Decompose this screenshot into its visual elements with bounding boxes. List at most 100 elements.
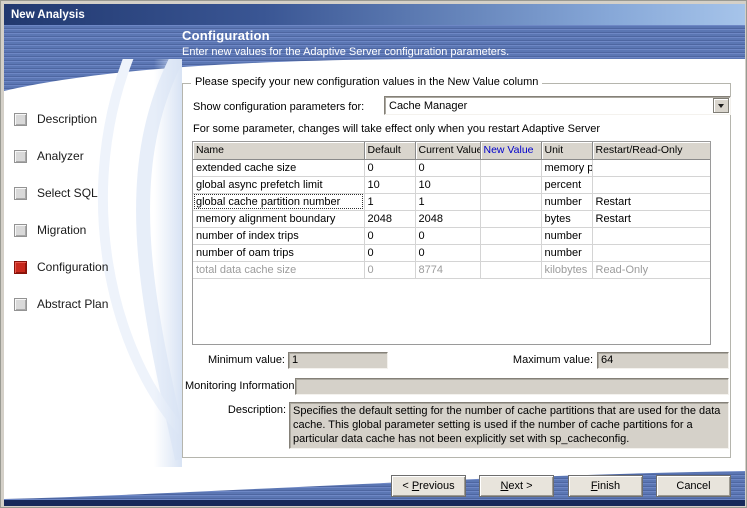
sidebar-item-label: Description (37, 112, 97, 126)
chevron-down-icon[interactable] (713, 98, 729, 113)
table-row: number of index trips 0 0 number (193, 227, 710, 244)
cell-default[interactable]: 0 (364, 244, 415, 261)
description-label: Description: (185, 404, 286, 416)
cell-new-value[interactable] (480, 244, 541, 261)
cell-default[interactable]: 0 (364, 227, 415, 244)
cell-default[interactable]: 10 (364, 176, 415, 193)
cell-name[interactable]: global cache partition number (193, 193, 364, 210)
cell-new-value[interactable] (480, 210, 541, 227)
column-header-current[interactable]: Current Value (415, 142, 480, 159)
cell-name[interactable]: extended cache size (193, 159, 364, 176)
sidebar-item-description: Description (14, 111, 97, 127)
table-row: memory alignment boundary 2048 2048 byte… (193, 210, 710, 227)
page-title: Configuration (182, 28, 509, 43)
cell-default[interactable]: 2048 (364, 210, 415, 227)
cell-restart (592, 244, 710, 261)
cell-unit: bytes (541, 210, 592, 227)
cell-restart (592, 176, 710, 193)
finish-button[interactable]: Finish (568, 475, 643, 497)
sidebar-item-abstract-plan: Abstract Plan (14, 296, 108, 312)
cell-new-value[interactable] (480, 193, 541, 210)
description-field: Specifies the default setting for the nu… (289, 402, 729, 449)
cell-name[interactable]: number of oam trips (193, 244, 364, 261)
cell-name: total data cache size (193, 261, 364, 278)
footer-navy-strip (4, 500, 745, 506)
cell-current[interactable]: 2048 (415, 210, 480, 227)
step-square-icon (14, 113, 27, 126)
sidebar-item-label: Abstract Plan (37, 297, 108, 311)
next-button[interactable]: Next > (479, 475, 554, 497)
cell-name[interactable]: number of index trips (193, 227, 364, 244)
sidebar-item-label: Migration (37, 223, 86, 237)
cell-name[interactable]: memory alignment boundary (193, 210, 364, 227)
cell-default: 0 (364, 261, 415, 278)
cancel-button[interactable]: Cancel (656, 475, 731, 497)
previous-button[interactable]: < Previous (391, 475, 466, 497)
step-square-icon (14, 150, 27, 163)
parameters-table: Name Default Current Value New Value Uni… (192, 141, 711, 345)
table-row: total data cache size 0 8774 kilobytes R… (193, 261, 710, 278)
step-square-icon (14, 261, 27, 274)
monitoring-information-label: Monitoring Information: (185, 380, 292, 392)
cell-restart: Restart (592, 193, 710, 210)
step-square-icon (14, 224, 27, 237)
parameter-category-dropdown[interactable]: Cache Manager (384, 96, 731, 115)
column-header-default[interactable]: Default (364, 142, 415, 159)
sidebar-item-analyzer: Analyzer (14, 148, 84, 164)
cell-current[interactable]: 0 (415, 227, 480, 244)
column-header-unit[interactable]: Unit (541, 142, 592, 159)
table-row: global async prefetch limit 10 10 percen… (193, 176, 710, 193)
cell-restart (592, 227, 710, 244)
cell-current[interactable]: 10 (415, 176, 480, 193)
column-header-restart[interactable]: Restart/Read-Only (592, 142, 710, 159)
cell-new-value[interactable] (480, 159, 541, 176)
cell-restart: Restart (592, 210, 710, 227)
cell-default[interactable]: 1 (364, 193, 415, 210)
cell-unit: number (541, 193, 592, 210)
cell-restart: Read-Only (592, 261, 710, 278)
step-square-icon (14, 187, 27, 200)
page-subtitle: Enter new values for the Adaptive Server… (182, 46, 509, 58)
config-groupbox: Please specify your new configuration va… (182, 83, 731, 458)
cell-unit: number (541, 244, 592, 261)
cell-new-value (480, 261, 541, 278)
cell-default[interactable]: 0 (364, 159, 415, 176)
sidebar-item-label: Analyzer (37, 149, 84, 163)
title-bar[interactable]: New Analysis (4, 4, 745, 25)
cell-new-value[interactable] (480, 176, 541, 193)
cell-current[interactable]: 0 (415, 244, 480, 261)
table-row: extended cache size 0 0 memory pages (193, 159, 710, 176)
monitoring-information-field (295, 378, 729, 395)
minimum-value-field: 1 (288, 352, 388, 369)
sidebar-item-migration: Migration (14, 222, 86, 238)
cell-current[interactable]: 1 (415, 193, 480, 210)
maximum-value-label: Maximum value: (443, 354, 593, 366)
wizard-window: New Analysis Configuration Enter new val… (0, 0, 747, 508)
cell-current[interactable]: 0 (415, 159, 480, 176)
cell-current: 8774 (415, 261, 480, 278)
sidebar-item-select-sql: Select SQL (14, 185, 98, 201)
sidebar-edge-gradient (154, 59, 182, 467)
filter-label: Show configuration parameters for: (193, 101, 364, 113)
minimum-value-label: Minimum value: (185, 354, 285, 366)
dropdown-selected-value: Cache Manager (389, 100, 467, 112)
cell-unit: memory pages (541, 159, 592, 176)
table-header-row: Name Default Current Value New Value Uni… (193, 142, 710, 159)
column-header-name[interactable]: Name (193, 142, 364, 159)
table-row: global cache partition number 1 1 number… (193, 193, 710, 210)
sidebar-item-configuration: Configuration (14, 259, 108, 275)
sidebar-item-label: Configuration (37, 260, 108, 274)
column-header-new-value[interactable]: New Value (480, 142, 541, 159)
table-row: number of oam trips 0 0 number (193, 244, 710, 261)
cell-unit: number (541, 227, 592, 244)
step-square-icon (14, 298, 27, 311)
cell-new-value[interactable] (480, 227, 541, 244)
restart-note: For some parameter, changes will take ef… (193, 123, 600, 135)
sidebar-item-label: Select SQL (37, 186, 98, 200)
cell-restart (592, 159, 710, 176)
window-title: New Analysis (11, 9, 85, 21)
groupbox-title: Please specify your new configuration va… (191, 76, 542, 88)
cell-unit: kilobytes (541, 261, 592, 278)
cell-name[interactable]: global async prefetch limit (193, 176, 364, 193)
maximum-value-field: 64 (597, 352, 729, 369)
